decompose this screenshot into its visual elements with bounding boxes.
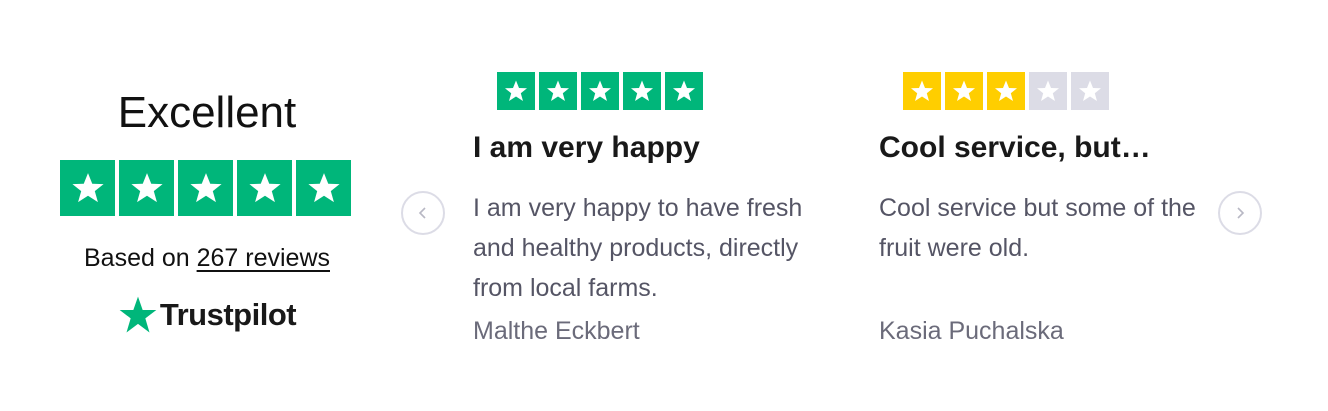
next-review-button[interactable]: [1218, 191, 1262, 235]
trustpilot-logo[interactable]: Trustpilot: [60, 295, 354, 335]
star-icon: [987, 72, 1025, 110]
based-on-label: Based on: [84, 244, 197, 272]
star-icon: [497, 72, 535, 110]
summary-stars: [60, 160, 354, 216]
prev-review-button[interactable]: [401, 191, 445, 235]
star-icon: [539, 72, 577, 110]
rating-label: Excellent: [117, 88, 297, 137]
star-icon: [1071, 72, 1109, 110]
review-body: Cool service but some of the fruit were …: [879, 194, 1196, 262]
chevron-left-icon: [418, 207, 426, 219]
review-author: Malthe Eckbert: [473, 317, 640, 345]
review-card: I am very happy I am very happy to have …: [473, 72, 818, 346]
star-icon: [296, 160, 351, 216]
chevron-right-icon: [1237, 207, 1245, 219]
star-icon: [1029, 72, 1067, 110]
star-icon: [237, 160, 292, 216]
star-icon: [903, 72, 941, 110]
rating-summary: Excellent Based on 267 reviews Trustpilo…: [60, 88, 354, 335]
brand-name: Trustpilot: [159, 297, 297, 332]
review-author: Kasia Puchalska: [879, 317, 1064, 345]
review-stars: [903, 72, 1224, 110]
review-body: I am very happy to have fresh and health…: [473, 194, 803, 302]
review-card: Cool service, but… Cool service but some…: [879, 72, 1224, 346]
star-icon: [623, 72, 661, 110]
star-icon: [581, 72, 619, 110]
star-icon: [665, 72, 703, 110]
star-icon: [945, 72, 983, 110]
star-icon: [60, 160, 115, 216]
star-icon: [119, 160, 174, 216]
trustpilot-star-icon: [119, 296, 157, 333]
star-icon: [178, 160, 233, 216]
reviews-count-link[interactable]: 267 reviews: [197, 244, 330, 272]
review-title[interactable]: I am very happy: [473, 130, 818, 166]
review-stars: [497, 72, 818, 110]
based-on-text: Based on 267 reviews: [60, 244, 354, 273]
review-title[interactable]: Cool service, but…: [879, 130, 1224, 166]
